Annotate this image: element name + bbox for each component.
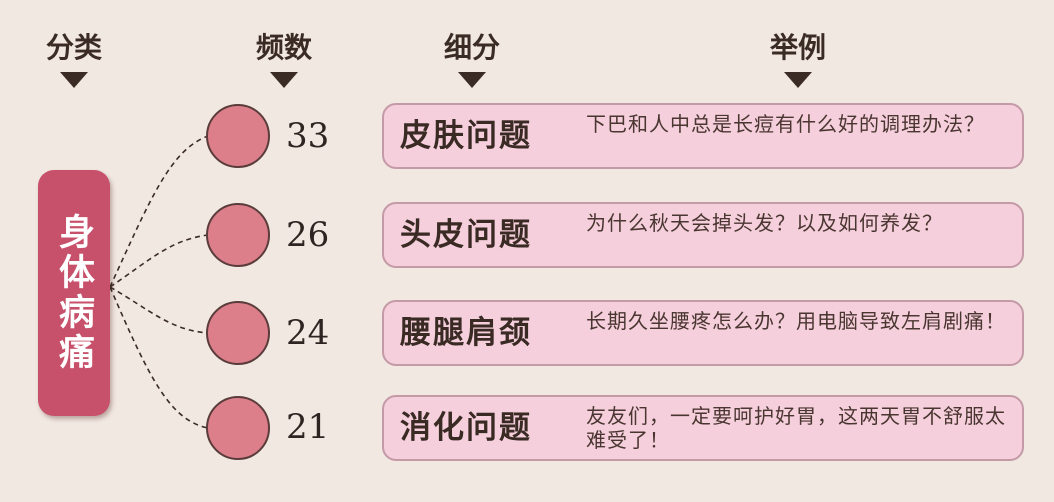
subcategory-name: 皮肤问题 bbox=[400, 118, 532, 154]
main-category-label: 身体病痛 bbox=[53, 213, 95, 373]
example-text: 友友们，一定要呵护好胃，这两天胃不舒服太难受了！ bbox=[586, 404, 1006, 452]
frequency-value: 26 bbox=[286, 215, 330, 255]
connector-line bbox=[109, 135, 209, 288]
connector-line bbox=[109, 234, 209, 288]
subcategory-name: 腰腿肩颈 bbox=[400, 315, 532, 351]
example-text: 长期久坐腰疼怎么办？用电脑导致左肩剧痛！ bbox=[586, 309, 1006, 333]
subcategory-row: 皮肤问题 下巴和人中总是长痘有什么好的调理办法？ bbox=[382, 103, 1024, 169]
frequency-value: 33 bbox=[286, 116, 330, 156]
subcategory-row: 腰腿肩颈 长期久坐腰疼怎么办？用电脑导致左肩剧痛！ bbox=[382, 300, 1024, 366]
example-text: 为什么秋天会掉头发？以及如何养发？ bbox=[586, 211, 943, 235]
subcategory-name: 头皮问题 bbox=[400, 217, 532, 253]
frequency-value: 24 bbox=[286, 313, 330, 353]
frequency-circle bbox=[206, 203, 270, 267]
connector-line bbox=[109, 286, 209, 334]
frequency-circle bbox=[206, 301, 270, 365]
subcategory-name: 消化问题 bbox=[400, 410, 532, 446]
subcategory-row: 消化问题 友友们，一定要呵护好胃，这两天胃不舒服太难受了！ bbox=[382, 395, 1024, 461]
frequency-value: 21 bbox=[286, 407, 330, 447]
subcategory-row: 头皮问题 为什么秋天会掉头发？以及如何养发？ bbox=[382, 202, 1024, 268]
connector-line bbox=[109, 286, 209, 429]
main-category-block: 身体病痛 bbox=[38, 170, 110, 416]
frequency-circle bbox=[206, 396, 270, 460]
example-text: 下巴和人中总是长痘有什么好的调理办法？ bbox=[586, 112, 985, 136]
frequency-circle bbox=[206, 104, 270, 168]
